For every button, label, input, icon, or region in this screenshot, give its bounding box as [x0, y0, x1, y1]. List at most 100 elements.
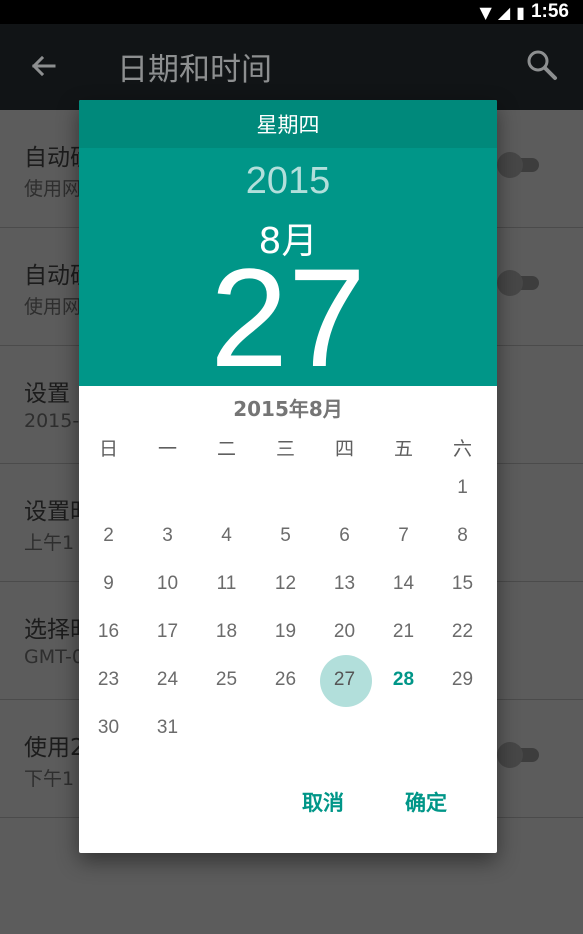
page-title: 日期和时间 — [117, 52, 272, 88]
row-subtitle: GMT-0 — [24, 646, 84, 668]
toggle-knob — [497, 742, 523, 768]
date-picker-header: 星期四 2015 8月 27 — [79, 100, 497, 388]
row-subtitle: 上午1 — [24, 532, 75, 554]
day-number: 30 — [97, 717, 120, 738]
calendar-day[interactable]: 25 — [197, 656, 256, 704]
calendar-day[interactable]: 2 — [79, 512, 138, 560]
ok-button[interactable]: 确定 — [405, 783, 447, 823]
calendar-day[interactable]: 16 — [79, 608, 138, 656]
calendar-day[interactable]: 21 — [374, 608, 433, 656]
day-number: 28 — [392, 669, 415, 690]
day-number: 31 — [156, 717, 179, 738]
day-number: 8 — [457, 525, 468, 546]
calendar-day-today[interactable]: 28 — [374, 656, 433, 704]
day-number: 9 — [103, 573, 114, 594]
status-bar: ▼ ◢ ▮ 1:56 — [0, 0, 583, 24]
row-subtitle: 使用网 — [24, 178, 82, 200]
day-number: 21 — [392, 621, 415, 642]
day-number: 14 — [392, 573, 415, 594]
back-arrow-icon[interactable] — [24, 46, 64, 86]
status-icons: ▼ ◢ ▮ 1:56 — [480, 0, 569, 24]
day-number: 10 — [156, 573, 179, 594]
calendar-day[interactable]: 6 — [315, 512, 374, 560]
row-title: 使用2 — [24, 735, 85, 761]
calendar-day[interactable]: 26 — [256, 656, 315, 704]
wifi-icon: ▼ — [479, 2, 492, 22]
calendar-day[interactable]: 8 — [433, 512, 492, 560]
weekday-label: 二 — [216, 438, 236, 460]
day-number: 11 — [216, 573, 237, 594]
calendar-day[interactable]: 24 — [138, 656, 197, 704]
calendar-day[interactable]: 3 — [138, 512, 197, 560]
weekday-header-row: 日 一 二 三 四 五 六 — [79, 434, 497, 460]
app-bar: 日期和时间 — [0, 24, 583, 110]
calendar-day[interactable]: 1 — [433, 464, 492, 512]
calendar-day[interactable]: 23 — [79, 656, 138, 704]
row-title: 设置 — [24, 381, 70, 407]
weekday-label: 三 — [275, 438, 295, 460]
row-subtitle: 2015- — [24, 410, 80, 432]
day-number: 4 — [221, 525, 232, 546]
calendar-day[interactable]: 14 — [374, 560, 433, 608]
calendar-day[interactable]: 13 — [315, 560, 374, 608]
day-number: 2 — [103, 525, 114, 546]
calendar-day[interactable]: 7 — [374, 512, 433, 560]
day-number: 17 — [156, 621, 179, 642]
search-icon[interactable] — [523, 46, 561, 84]
calendar-day[interactable]: 4 — [197, 512, 256, 560]
weekday-label: 一 — [157, 438, 177, 460]
calendar-day[interactable]: 19 — [256, 608, 315, 656]
calendar-day[interactable]: 22 — [433, 608, 492, 656]
weekday-label: 四 — [334, 438, 354, 460]
day-number: 13 — [333, 573, 356, 594]
day-number: 22 — [451, 621, 474, 642]
calendar-day[interactable]: 15 — [433, 560, 492, 608]
calendar-day[interactable]: 18 — [197, 608, 256, 656]
day-number: 15 — [451, 573, 474, 594]
calendar-day[interactable]: 5 — [256, 512, 315, 560]
day-number: 1 — [457, 477, 468, 498]
calendar-day[interactable]: 17 — [138, 608, 197, 656]
day-number: 16 — [97, 621, 120, 642]
cancel-button[interactable]: 取消 — [302, 783, 344, 823]
calendar-month-title: 2015年8月 — [233, 397, 343, 421]
header-day[interactable]: 27 — [79, 248, 497, 388]
auto-timezone-toggle[interactable] — [497, 270, 539, 296]
toggle-knob — [497, 270, 523, 296]
day-number: 19 — [274, 621, 297, 642]
calendar-day[interactable]: 29 — [433, 656, 492, 704]
toggle-knob — [497, 152, 523, 178]
day-number: 24 — [156, 669, 179, 690]
row-subtitle: 下午1 — [24, 768, 75, 790]
calendar-day[interactable]: 30 — [79, 704, 138, 752]
calendar-day-selected[interactable]: 27 — [315, 655, 374, 707]
weekday-label: 六 — [452, 438, 472, 460]
day-number: 18 — [215, 621, 238, 642]
weekday-label: 日 — [98, 438, 118, 460]
day-number: 5 — [280, 525, 291, 546]
day-number: 29 — [451, 669, 474, 690]
day-number: 20 — [333, 621, 356, 642]
day-number: 23 — [97, 669, 120, 690]
calendar-day[interactable]: 11 — [197, 560, 256, 608]
calendar-day[interactable]: 20 — [315, 608, 374, 656]
auto-date-toggle[interactable] — [497, 152, 539, 178]
row-subtitle: 使用网 — [24, 296, 82, 318]
day-number: 27 — [333, 669, 356, 690]
24h-format-toggle[interactable] — [497, 742, 539, 768]
header-year[interactable]: 2015 — [79, 160, 497, 203]
header-weekday: 星期四 — [79, 100, 497, 148]
battery-icon: ▮ — [516, 2, 525, 22]
calendar-day[interactable]: 12 — [256, 560, 315, 608]
calendar-day-grid: 1 2 3 4 5 6 7 8 9 10 11 12 13 14 15 16 17 18 19 20 21 22 23 24 2… — [79, 464, 497, 754]
calendar-day[interactable]: 31 — [138, 704, 197, 752]
status-time: 1:56 — [530, 1, 569, 22]
calendar-day[interactable]: 9 — [79, 560, 138, 608]
weekday-label: 五 — [393, 438, 413, 460]
day-number: 6 — [339, 525, 350, 546]
day-number: 12 — [274, 573, 297, 594]
day-number: 3 — [162, 525, 173, 546]
calendar-day[interactable]: 10 — [138, 560, 197, 608]
day-number: 7 — [398, 525, 409, 546]
day-number: 26 — [274, 669, 297, 690]
